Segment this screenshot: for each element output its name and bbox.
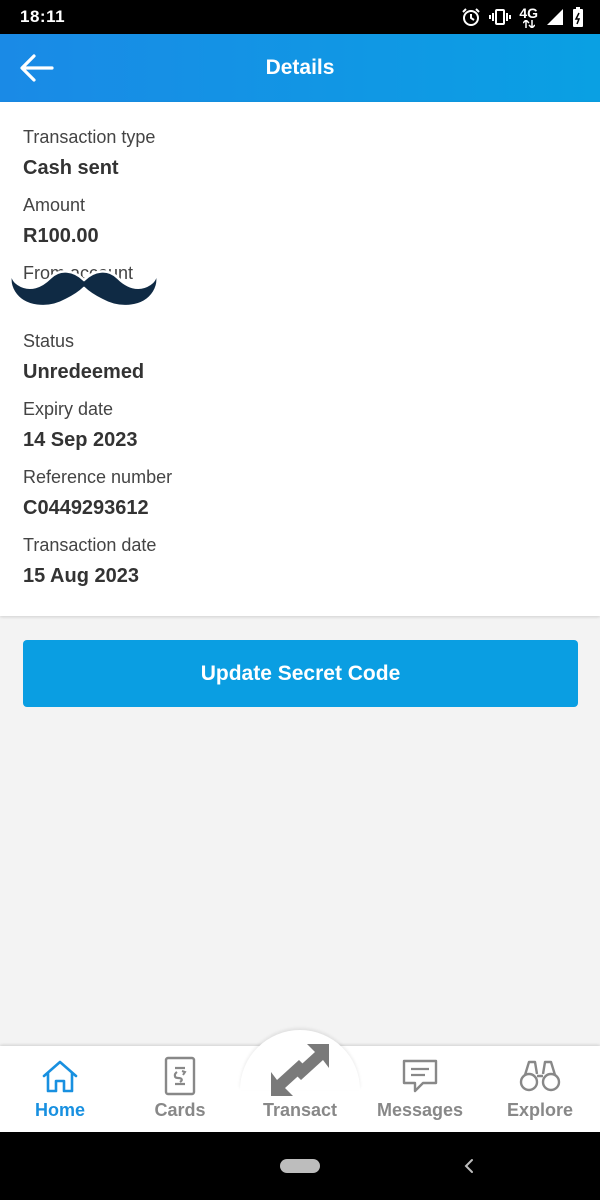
status-bar: 18:11 4G (0, 0, 600, 34)
status-time: 18:11 (20, 7, 66, 26)
detail-value: Cash sent (23, 157, 119, 179)
status-icons: 4G (461, 5, 584, 29)
detail-value: C0449293612 (23, 497, 149, 519)
page-title: Details (265, 56, 335, 79)
alarm-icon (461, 7, 481, 27)
nav-item-messages[interactable]: Messages (360, 1046, 480, 1132)
system-back-button[interactable] (462, 1156, 476, 1176)
vibrate-icon (489, 7, 512, 27)
nav-item-explore[interactable]: Explore (480, 1046, 600, 1132)
detail-label: Amount (23, 195, 86, 215)
nav-label: Cards (154, 1100, 206, 1120)
detail-value: 14 Sep 2023 (23, 429, 138, 451)
nav-label: Home (34, 1100, 85, 1120)
network-4g-icon: 4G (519, 6, 538, 28)
detail-transaction-date: Transaction date 15 Aug 2023 (23, 534, 156, 588)
nav-label: Transact (262, 1100, 338, 1120)
detail-value: 15 Aug 2023 (23, 565, 139, 587)
detail-label: Transaction date (23, 535, 157, 555)
nav-item-transact[interactable]: Transact (240, 1044, 360, 1132)
detail-status: Status Unredeemed (23, 330, 144, 384)
detail-reference-number: Reference number C0449293612 (23, 466, 172, 520)
card-icon (164, 1056, 196, 1096)
detail-label: Expiry date (23, 399, 114, 419)
signal-icon (546, 8, 564, 26)
detail-label: Reference number (23, 467, 173, 487)
chevron-left-icon (464, 1159, 473, 1173)
system-nav-bar (0, 1132, 600, 1200)
detail-amount: Amount R100.00 (23, 194, 99, 248)
detail-value: R100.00 (23, 225, 99, 247)
detail-label: Status (23, 331, 75, 351)
detail-expiry-date: Expiry date 14 Sep 2023 (23, 398, 138, 452)
app-bar: Details (0, 34, 600, 102)
detail-transaction-type: Transaction type Cash sent (23, 126, 155, 180)
detail-value: Unredeemed (23, 361, 145, 383)
home-icon (42, 1060, 78, 1093)
battery-icon (572, 7, 584, 27)
system-home-button[interactable] (280, 1159, 320, 1173)
binoculars-icon (519, 1060, 561, 1092)
redaction-mustache-icon (9, 266, 159, 308)
nav-label: Explore (506, 1100, 574, 1120)
message-icon (402, 1059, 438, 1093)
network-label: 4G (519, 5, 538, 21)
update-secret-code-button[interactable]: Update Secret Code (23, 640, 578, 707)
detail-label: Transaction type (23, 127, 156, 147)
transaction-details-card: Transaction type Cash sent Amount R100.0… (0, 102, 600, 616)
transfer-arrows-icon (271, 1044, 329, 1096)
nav-item-home[interactable]: Home (0, 1046, 120, 1132)
nav-label: Messages (376, 1100, 464, 1120)
nav-item-cards[interactable]: Cards (120, 1046, 240, 1132)
